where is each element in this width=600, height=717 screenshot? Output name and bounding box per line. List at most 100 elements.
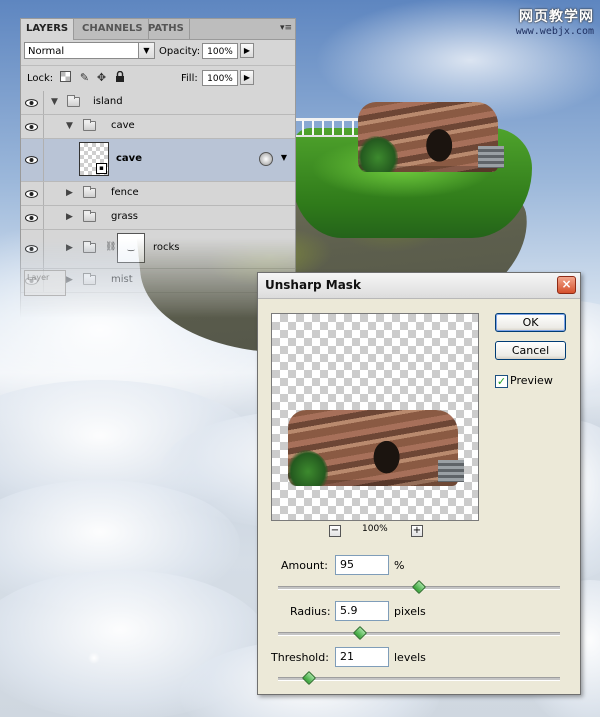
- watermark: 网页教学网 www.webjx.com: [516, 6, 594, 37]
- faded-layer-thumbnail: Layer: [24, 270, 66, 296]
- folder-icon: [83, 119, 96, 131]
- opacity-input[interactable]: 100%: [202, 43, 238, 59]
- chevron-down-icon[interactable]: ▼: [281, 153, 287, 162]
- layer-row-cave-selected[interactable]: ▪ cave ▼: [21, 139, 295, 182]
- eye-icon: [25, 122, 38, 131]
- link-chain-icon[interactable]: ⛓: [105, 242, 116, 252]
- lock-position-icon[interactable]: ✥: [95, 71, 108, 84]
- blend-mode-select[interactable]: Normal ▼: [24, 42, 155, 59]
- lock-image-pixels-icon[interactable]: ✎: [78, 71, 91, 84]
- close-icon: ×: [561, 277, 572, 291]
- opacity-label: Opacity:: [159, 46, 201, 57]
- panel-menu-icon[interactable]: ▾≡: [280, 23, 292, 33]
- dialog-titlebar[interactable]: Unsharp Mask ×: [258, 273, 580, 299]
- radius-slider[interactable]: [278, 625, 560, 641]
- smart-object-icon: ▪: [96, 163, 107, 174]
- unsharp-mask-dialog: Unsharp Mask × OK Cancel ✓ Preview − 100…: [257, 272, 581, 695]
- panel-tabbar: LAYERS CHANNELS PATHS ▾≡: [21, 19, 295, 40]
- close-button[interactable]: ×: [557, 276, 576, 294]
- ok-button[interactable]: OK: [495, 313, 566, 332]
- lock-all-icon[interactable]: [113, 70, 126, 84]
- expand-triangle-icon[interactable]: ▼: [66, 121, 73, 131]
- expand-triangle-icon[interactable]: ▶: [66, 275, 73, 285]
- visibility-toggle[interactable]: [21, 182, 44, 205]
- layer-name: grass: [111, 211, 139, 222]
- layer-style-icon[interactable]: [259, 152, 273, 166]
- cave-steps: [478, 146, 504, 168]
- visibility-toggle[interactable]: [21, 230, 44, 268]
- eye-icon: [25, 156, 38, 164]
- folder-icon: [83, 210, 96, 222]
- cave-moss: [358, 136, 398, 172]
- fill-arrow-button[interactable]: ▶: [240, 70, 254, 85]
- eye-icon: [25, 98, 38, 107]
- lock-row: Lock: ✎ ✥ Fill: 100% ▶: [21, 65, 295, 92]
- visibility-toggle[interactable]: [21, 206, 44, 229]
- expand-triangle-icon[interactable]: ▶: [66, 212, 73, 222]
- folder-icon: [83, 186, 96, 198]
- watermark-title: 网页教学网: [519, 9, 594, 25]
- zoom-out-button[interactable]: −: [329, 525, 341, 537]
- blend-mode-value: Normal: [28, 46, 65, 57]
- amount-slider-thumb[interactable]: [411, 579, 427, 595]
- preview-checkbox[interactable]: ✓: [495, 375, 508, 388]
- layer-row-grass[interactable]: ▶ grass: [21, 206, 295, 230]
- visibility-toggle[interactable]: [21, 139, 44, 181]
- filter-preview[interactable]: [271, 313, 479, 521]
- layer-name: cave: [111, 120, 135, 131]
- layer-name: rocks: [153, 242, 180, 253]
- layer-row-cave-group[interactable]: ▼ cave: [21, 115, 295, 139]
- eye-icon: [25, 245, 38, 253]
- opacity-arrow-button[interactable]: ▶: [240, 43, 254, 58]
- zoom-in-button[interactable]: +: [411, 525, 423, 537]
- threshold-label: Threshold:: [271, 651, 329, 664]
- layer-thumbnail: ▪: [79, 142, 109, 176]
- folder-icon: [67, 95, 80, 107]
- tab-layers[interactable]: LAYERS: [21, 19, 75, 40]
- cave-moss: [288, 450, 328, 486]
- lock-label: Lock:: [27, 73, 54, 84]
- radius-unit: pixels: [394, 605, 426, 618]
- amount-input[interactable]: 95: [335, 555, 389, 575]
- threshold-slider[interactable]: [278, 670, 560, 686]
- threshold-input[interactable]: 21: [335, 647, 389, 667]
- zoom-level: 100%: [362, 524, 388, 534]
- layer-mask-thumbnail[interactable]: ‿: [117, 233, 145, 263]
- lock-transparent-icon[interactable]: [59, 71, 72, 84]
- radius-input[interactable]: 5.9: [335, 601, 389, 621]
- layer-name: fence: [111, 187, 139, 198]
- watermark-url: www.webjx.com: [515, 26, 594, 37]
- expand-triangle-icon[interactable]: ▼: [51, 97, 58, 107]
- layer-row-island[interactable]: ▼ island: [21, 91, 295, 115]
- expand-triangle-icon[interactable]: ▶: [66, 243, 73, 253]
- layer-row-fence[interactable]: ▶ fence: [21, 182, 295, 206]
- layer-list: ▼ island ▼ cave ▪ cave ▼ ▶ fence ▶ grass…: [21, 91, 295, 293]
- threshold-slider-thumb[interactable]: [301, 670, 317, 686]
- dialog-title: Unsharp Mask: [265, 278, 361, 292]
- visibility-toggle[interactable]: [21, 91, 44, 114]
- visibility-toggle[interactable]: [21, 115, 44, 138]
- cancel-button[interactable]: Cancel: [495, 341, 566, 360]
- layer-name: mist: [111, 274, 133, 285]
- layer-name: cave: [116, 153, 142, 164]
- island-cave: [358, 102, 504, 172]
- tab-channels[interactable]: CHANNELS: [77, 19, 149, 39]
- island-fence: [292, 118, 358, 137]
- chevron-down-icon: ▼: [138, 43, 154, 58]
- layer-name: island: [93, 96, 123, 107]
- amount-label: Amount:: [281, 559, 328, 572]
- amount-slider[interactable]: [278, 579, 560, 595]
- tab-paths[interactable]: PATHS: [143, 19, 190, 39]
- preview-cave-image: [288, 410, 464, 486]
- expand-triangle-icon[interactable]: ▶: [66, 188, 73, 198]
- layer-row-rocks[interactable]: ▶ ⛓ ‿ rocks: [21, 230, 295, 269]
- faded-layer-label: Layer: [27, 273, 50, 282]
- folder-icon: [83, 273, 96, 285]
- eye-icon: [25, 189, 38, 198]
- radius-slider-thumb[interactable]: [352, 625, 367, 641]
- sparkle: [88, 652, 100, 664]
- fill-input[interactable]: 100%: [202, 70, 238, 86]
- radius-label: Radius:: [290, 605, 331, 618]
- folder-icon: [83, 241, 96, 253]
- amount-unit: %: [394, 559, 405, 572]
